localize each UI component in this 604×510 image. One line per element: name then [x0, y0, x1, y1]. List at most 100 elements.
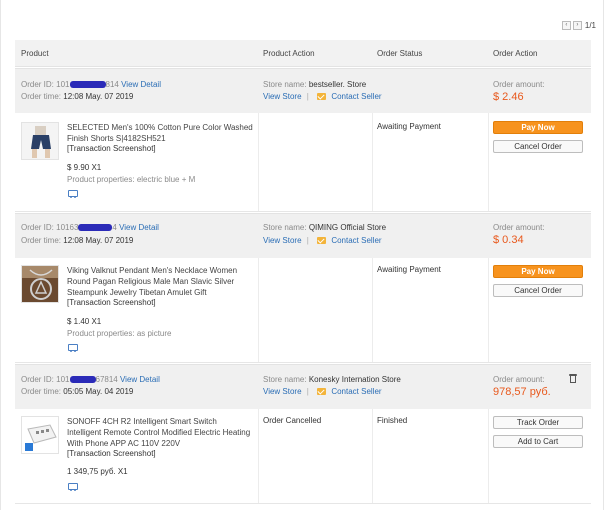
truck-icon [68, 483, 78, 491]
view-store-link[interactable]: View Store [263, 387, 302, 396]
header-product-action: Product Action [263, 49, 315, 58]
trash-icon[interactable] [569, 374, 577, 383]
pager-next-button[interactable]: › [572, 21, 582, 30]
header-order-action: Order Action [493, 49, 538, 58]
product-price: $ 1.40 X1 [67, 317, 102, 326]
order-id-label: Order ID: [21, 80, 54, 89]
order-header: Order ID: 10163 4 View Detail Order time:… [15, 213, 591, 258]
order-time-value: 12:08 May. 07 2019 [63, 236, 134, 245]
pay-now-button[interactable]: Pay Now [493, 265, 583, 278]
redaction-mask [78, 224, 113, 231]
view-detail-link[interactable]: View Detail [119, 223, 159, 232]
store-name-label: Store name: [263, 80, 307, 89]
product-price: $ 9.90 X1 [67, 163, 102, 172]
order-time-value: 05:05 May. 04 2019 [63, 387, 134, 396]
order-body: SONOFF 4CH R2 Intelligent Smart Switch I… [15, 409, 591, 504]
product-title-link[interactable]: Viking Valknut Pendant Men's Necklace Wo… [67, 265, 253, 298]
order-body: Viking Valknut Pendant Men's Necklace Wo… [15, 258, 591, 363]
header-product: Product [21, 49, 49, 58]
store-name-label: Store name: [263, 223, 307, 232]
cancel-order-button[interactable]: Cancel Order [493, 140, 583, 153]
order-time-label: Order time: [21, 236, 62, 245]
order-header: Order ID: 101 67814 View Detail Order tim… [15, 364, 591, 409]
order-amount-label: Order amount: [493, 375, 545, 384]
transaction-screenshot-link[interactable]: [Transaction Screenshot] [67, 298, 156, 307]
order-amount-label-text: Order amount: [493, 80, 545, 89]
store-links: View Store | Contact Seller [263, 387, 382, 396]
truck-icon [68, 190, 78, 198]
pay-now-button[interactable]: Pay Now [493, 121, 583, 134]
order-id-line: Order ID: 101 67814 View Detail [21, 375, 160, 384]
store-name-line: Store name: QIMING Official Store [263, 223, 386, 232]
order-group: Order ID: 10163 4 View Detail Order time:… [15, 213, 591, 363]
order-group: Order ID: 101 67814 View Detail Order tim… [15, 364, 591, 504]
redaction-mask [69, 81, 106, 88]
pendant-image-icon [22, 266, 58, 302]
order-time-label: Order time: [21, 92, 62, 101]
product-thumbnail[interactable] [21, 265, 59, 303]
product-price: 1 349,75 руб. X1 [67, 467, 128, 476]
store-links: View Store | Contact Seller [263, 236, 382, 245]
mail-icon [317, 388, 327, 395]
order-id-suffix: 814 [105, 80, 119, 89]
product-properties: Product properties: electric blue + M [67, 175, 196, 184]
view-detail-link[interactable]: View Detail [120, 375, 160, 384]
order-time-value: 12:08 May. 07 2019 [63, 92, 134, 101]
store-name-value: QIMING Official Store [308, 223, 387, 232]
order-amount-value: $ 2.46 [493, 91, 524, 103]
product-action-text: Order Cancelled [263, 416, 322, 425]
store-name-value: Konesky Internation Store [308, 375, 401, 384]
order-id-label: Order ID: [21, 223, 54, 232]
order-id-line: Order ID: 101 814 View Detail [21, 80, 161, 89]
order-id-suffix: 4 [112, 223, 117, 232]
mail-icon [317, 237, 327, 244]
order-id-line: Order ID: 10163 4 View Detail [21, 223, 159, 232]
order-id-prefix: 101 [56, 80, 70, 89]
order-amount-label-text: Order amount: [493, 375, 545, 384]
table-header: Product Product Action Order Status Orde… [15, 40, 591, 67]
pager-prev-button[interactable]: ‹ [561, 21, 571, 30]
redaction-mask [69, 376, 96, 383]
store-name-value: bestseller. Store [308, 80, 367, 89]
contact-seller-link[interactable]: Contact Seller [331, 236, 381, 245]
orders-page: ‹ › 1/1 Product Product Action Order Sta… [0, 0, 604, 510]
store-name-line: Store name: Konesky Internation Store [263, 375, 401, 384]
track-order-button[interactable]: Track Order [493, 416, 583, 429]
order-id-label: Order ID: [21, 375, 54, 384]
store-name-label: Store name: [263, 375, 307, 384]
smart-switch-image-icon [22, 417, 58, 453]
order-time-line: Order time: 05:05 May. 04 2019 [21, 387, 133, 396]
order-id-suffix: 67814 [95, 375, 118, 384]
contact-seller-link[interactable]: Contact Seller [331, 92, 381, 101]
transaction-screenshot-link[interactable]: [Transaction Screenshot] [67, 449, 156, 458]
order-amount-value: $ 0.34 [493, 234, 524, 246]
order-group: Order ID: 101 814 View Detail Order time:… [15, 68, 591, 212]
product-thumbnail[interactable] [21, 416, 59, 454]
order-amount-label: Order amount: [493, 80, 545, 89]
order-id-prefix: 101 [56, 375, 70, 384]
order-amount-label: Order amount: [493, 223, 545, 232]
cancel-order-button[interactable]: Cancel Order [493, 284, 583, 297]
link-separator: | [306, 92, 309, 101]
view-detail-link[interactable]: View Detail [121, 80, 161, 89]
transaction-screenshot-link[interactable]: [Transaction Screenshot] [67, 144, 156, 153]
product-title-link[interactable]: SONOFF 4CH R2 Intelligent Smart Switch I… [67, 416, 253, 449]
order-time-label: Order time: [21, 387, 62, 396]
order-amount-value: 978,57 руб. [493, 386, 551, 398]
product-thumbnail[interactable] [21, 122, 59, 160]
view-store-link[interactable]: View Store [263, 236, 302, 245]
order-status-text: Awaiting Payment [377, 122, 441, 131]
truck-icon [68, 344, 78, 352]
order-time-line: Order time: 12:08 May. 07 2019 [21, 92, 133, 101]
pager-page-indicator: 1/1 [584, 21, 596, 30]
mail-icon [317, 93, 327, 100]
contact-seller-link[interactable]: Contact Seller [331, 387, 381, 396]
order-body: SELECTED Men's 100% Cotton Pure Color Wa… [15, 113, 591, 212]
store-name-line: Store name: bestseller. Store [263, 80, 366, 89]
product-properties: Product properties: as picture [67, 329, 172, 338]
order-header: Order ID: 101 814 View Detail Order time:… [15, 68, 591, 113]
add-to-cart-button[interactable]: Add to Cart [493, 435, 583, 448]
order-status-text: Finished [377, 416, 408, 425]
view-store-link[interactable]: View Store [263, 92, 302, 101]
product-title-link[interactable]: SELECTED Men's 100% Cotton Pure Color Wa… [67, 122, 253, 144]
